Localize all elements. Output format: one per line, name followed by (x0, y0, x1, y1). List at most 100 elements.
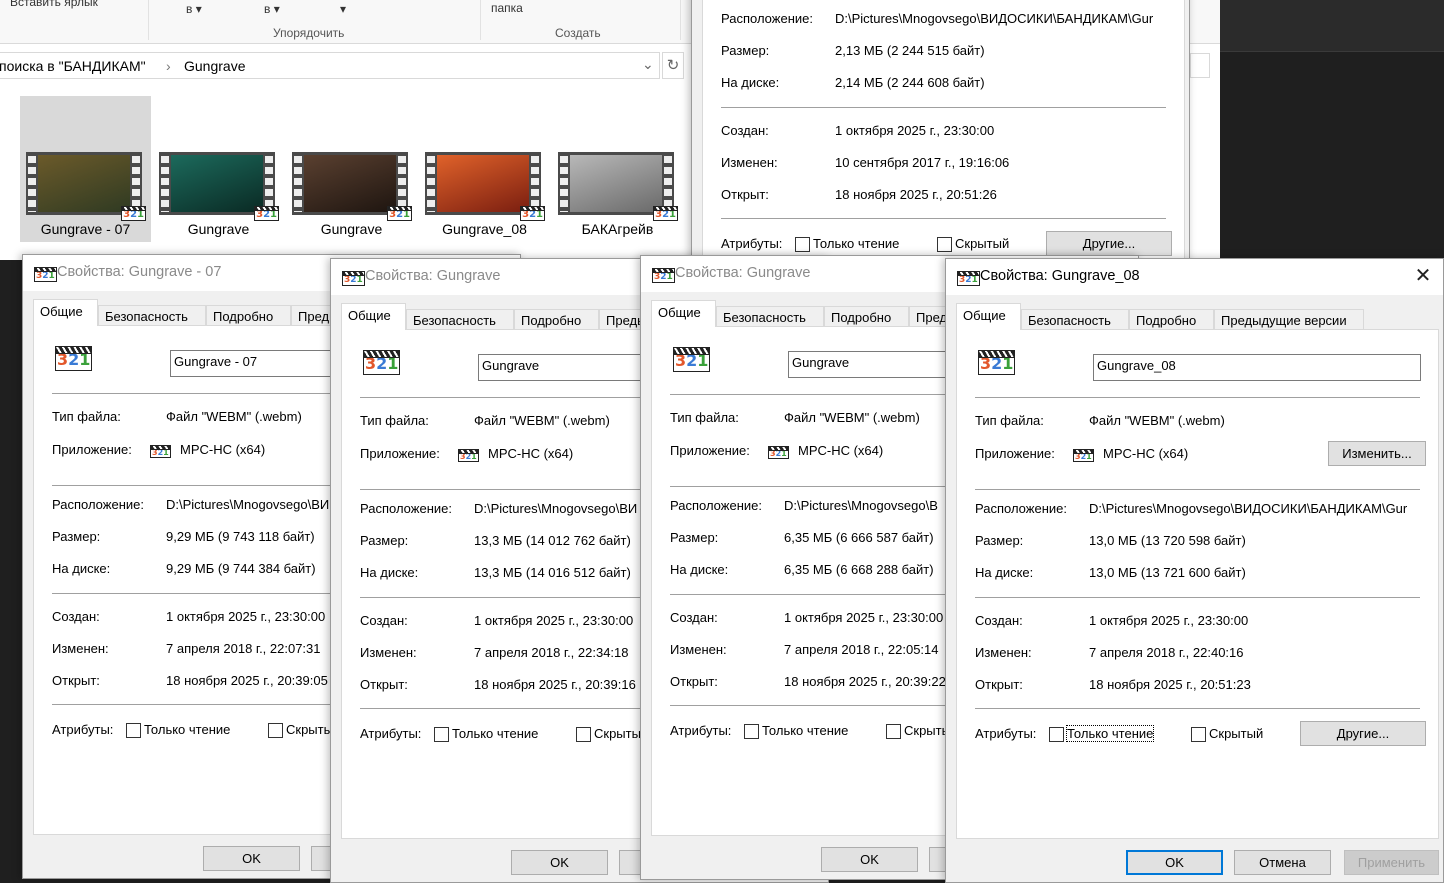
hidden-label[interactable]: Скрытый (955, 236, 1009, 251)
tab-1[interactable]: Безопасность (1021, 309, 1129, 330)
search-box[interactable] (1190, 53, 1210, 78)
background-window (1220, 0, 1444, 52)
tab-3[interactable]: Предыдущие версии (1214, 309, 1364, 330)
created-value: 1 октября 2025 г., 23:30:00 (784, 610, 944, 625)
tab-1[interactable]: Безопасность (98, 305, 206, 326)
breadcrumb-parent[interactable]: поиска в "БАНДИКАМ" (0, 58, 146, 74)
tab-2[interactable]: Подробно (206, 305, 291, 326)
file-item[interactable]: 321 БАКАгрейв (552, 96, 683, 242)
hidden-checkbox[interactable] (937, 237, 952, 252)
tab-0[interactable]: Общие (341, 303, 406, 330)
general-tab-panel (956, 329, 1439, 839)
tab-0[interactable]: Общие (33, 299, 98, 326)
change-app-button[interactable]: Изменить... (1328, 441, 1426, 466)
tab-1[interactable]: Безопасность (406, 309, 514, 330)
app-value: MPC-HC (x64) (488, 446, 574, 461)
mpc-hc-icon: 321 (121, 205, 146, 221)
file-item[interactable]: 321 Gungrave_08 (419, 96, 550, 242)
tab-1[interactable]: Безопасность (716, 306, 824, 327)
properties-dialog: 321 Свойства: Gungrave_08 ✕ Общие Безопас… (945, 258, 1444, 883)
apply-button[interactable]: Применить (1344, 850, 1439, 875)
paste-shortcut-button[interactable]: Вставить ярлык (10, 0, 98, 9)
size-value: 13,0 МБ (13 720 598 байт) (1089, 533, 1246, 548)
chevron-down-icon[interactable]: ⌄ (642, 56, 654, 73)
type-label: Тип файла: (52, 409, 121, 424)
mpc-hc-icon: 321 (652, 267, 675, 283)
hidden-checkbox[interactable] (886, 724, 901, 739)
opened-label: Открыт: (975, 677, 1023, 692)
opened-value: 18 ноября 2025 г., 20:39:22 (784, 674, 946, 689)
create-group-label: Создать (555, 26, 601, 40)
app-label: Приложение: (360, 446, 440, 461)
readonly-label[interactable]: Только чтение (452, 726, 538, 741)
sort-button-1[interactable]: в ▾ (186, 2, 202, 16)
ok-button[interactable]: OK (203, 846, 300, 871)
file-item[interactable]: 321 Gungrave (153, 96, 284, 242)
mpc-hc-icon: 321 (387, 205, 412, 221)
location-label: Расположение: (360, 501, 452, 516)
title-bar[interactable]: 321 Свойства: Gungrave_08 ✕ (946, 259, 1443, 295)
tab-2[interactable]: Подробно (1129, 309, 1214, 330)
other-attributes-button[interactable]: Другие... (1046, 231, 1172, 256)
ok-button[interactable]: OK (821, 847, 918, 872)
modified-label: Изменен: (721, 155, 778, 170)
attributes-label: Атрибуты: (360, 726, 422, 741)
close-icon[interactable]: ✕ (1411, 265, 1435, 289)
location-value: D:\Pictures\Mnogovsego\ВИДОСИКИ\БАНДИКАМ… (835, 11, 1154, 26)
opened-value: 18 ноября 2025 г., 20:39:16 (474, 677, 636, 692)
ok-button[interactable]: OK (511, 850, 608, 875)
readonly-label[interactable]: Только чтение (1065, 725, 1155, 742)
tab-0[interactable]: Общие (956, 303, 1021, 330)
breadcrumb-chevron-icon: › (166, 58, 171, 74)
hidden-checkbox[interactable] (1191, 727, 1206, 742)
size-value: 9,29 МБ (9 743 118 байт) (166, 529, 315, 544)
file-item[interactable]: 321 Gungrave - 07 (20, 96, 151, 242)
cancel-button[interactable]: Отмена (1234, 850, 1331, 875)
file-item[interactable]: 321 Gungrave (286, 96, 417, 242)
created-label: Создан: (360, 613, 408, 628)
type-label: Тип файла: (360, 413, 429, 428)
readonly-label[interactable]: Только чтение (762, 723, 848, 738)
readonly-checkbox[interactable] (744, 724, 759, 739)
tab-0[interactable]: Общие (651, 300, 716, 327)
size-label: Размер: (52, 529, 101, 544)
dialog-title: Свойства: Gungrave (365, 268, 501, 284)
mpc-hc-icon: 321 (342, 270, 365, 286)
app-label: Приложение: (52, 442, 132, 457)
readonly-checkbox[interactable] (1049, 727, 1064, 742)
created-value: 1 октября 2025 г., 23:30:00 (835, 123, 995, 138)
sort-button-3[interactable]: ▾ (340, 2, 346, 16)
modified-value: 7 апреля 2018 г., 22:07:31 (166, 641, 321, 656)
mpc-hc-icon: 321 (55, 346, 93, 371)
sort-button-2[interactable]: в ▾ (264, 2, 280, 16)
created-value: 1 октября 2025 г., 23:30:00 (166, 609, 326, 624)
ok-button[interactable]: OK (1126, 850, 1223, 875)
readonly-label[interactable]: Только чтение (144, 722, 230, 737)
breadcrumb-current[interactable]: Gungrave (184, 58, 245, 74)
readonly-checkbox[interactable] (434, 727, 449, 742)
hidden-checkbox[interactable] (576, 727, 591, 742)
modified-value: 7 апреля 2018 г., 22:34:18 (474, 645, 629, 660)
hidden-label[interactable]: Скрытый (1209, 726, 1263, 741)
readonly-checkbox[interactable] (795, 237, 810, 252)
new-folder-button[interactable]: папка (491, 1, 523, 15)
hidden-checkbox[interactable] (268, 723, 283, 738)
tab-2[interactable]: Подробно (824, 306, 909, 327)
disk-value: 9,29 МБ (9 744 384 байт) (166, 561, 316, 576)
tab-2[interactable]: Подробно (514, 309, 599, 330)
file-name: Gungrave_08 (442, 221, 527, 237)
refresh-icon[interactable]: ↻ (662, 52, 684, 79)
size-label: Размер: (670, 530, 719, 545)
other-attributes-button[interactable]: Другие... (1300, 721, 1426, 746)
modified-value: 7 апреля 2018 г., 22:05:14 (784, 642, 939, 657)
type-value: Файл "WEBM" (.webm) (784, 410, 920, 425)
readonly-checkbox[interactable] (126, 723, 141, 738)
mpc-hc-icon: 321 (673, 347, 711, 372)
mpc-hc-icon: 321 (520, 205, 545, 221)
modified-value: 7 апреля 2018 г., 22:40:16 (1089, 645, 1244, 660)
app-value: MPC-HC (x64) (1103, 446, 1189, 461)
file-name-input[interactable]: Gungrave_08 (1093, 354, 1421, 381)
readonly-label[interactable]: Только чтение (813, 236, 899, 251)
modified-label: Изменен: (670, 642, 727, 657)
address-bar[interactable]: поиска в "БАНДИКАМ" › Gungrave ⌄ (0, 52, 660, 79)
